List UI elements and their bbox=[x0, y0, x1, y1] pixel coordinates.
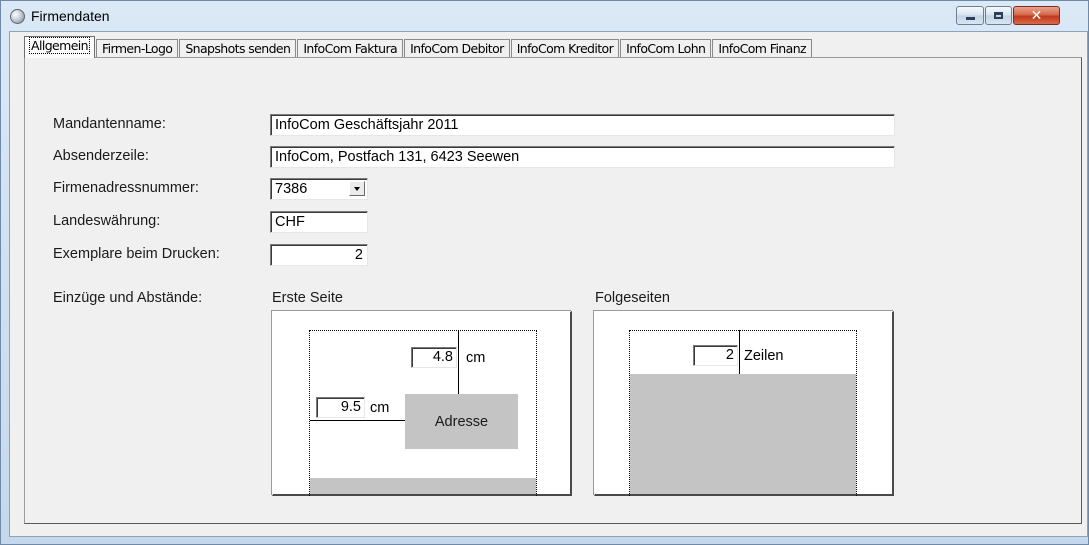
folgeseiten-title: Folgeseiten bbox=[595, 290, 670, 306]
erste-seite-title: Erste Seite bbox=[272, 290, 343, 306]
chevron-down-icon bbox=[354, 186, 360, 191]
close-icon: ✕ bbox=[1030, 7, 1043, 24]
mandantenname-field[interactable]: InfoCom Geschäftsjahr 2011 bbox=[270, 114, 895, 136]
top-margin-unit: cm bbox=[466, 350, 486, 366]
tab-allgemein[interactable]: Allgemein bbox=[24, 36, 95, 58]
minimize-icon bbox=[965, 17, 975, 20]
landeswaehrung-label: Landeswährung: bbox=[53, 213, 161, 229]
maximize-icon bbox=[994, 12, 1003, 19]
tab-infocom-faktura[interactable]: InfoCom Faktura bbox=[297, 39, 404, 58]
top-lines-line bbox=[739, 330, 740, 374]
mandantenname-label: Mandantenname: bbox=[53, 116, 166, 132]
window-title: Firmendaten bbox=[31, 8, 110, 24]
firmenadressnummer-value: 7386 bbox=[275, 181, 308, 197]
content-area bbox=[630, 374, 856, 494]
address-area: Adresse bbox=[405, 394, 518, 449]
absenderzeile-field[interactable]: InfoCom, Postfach 131, 6423 Seewen bbox=[270, 146, 895, 168]
maximize-button[interactable] bbox=[985, 6, 1012, 25]
tab-infocom-finanz[interactable]: InfoCom Finanz bbox=[712, 39, 812, 58]
dropdown-button[interactable] bbox=[349, 181, 365, 196]
tab-label: Allgemein bbox=[29, 37, 90, 54]
tab-firmen-logo[interactable]: Firmen-Logo bbox=[95, 39, 179, 58]
title-bar[interactable]: Firmendaten ✕ bbox=[1, 1, 1088, 31]
top-margin-field[interactable]: 4.8 bbox=[411, 347, 457, 368]
lines-unit: Zeilen bbox=[744, 348, 784, 364]
left-margin-unit: cm bbox=[370, 400, 390, 416]
footer-area bbox=[310, 478, 536, 494]
app-icon[interactable] bbox=[10, 9, 25, 24]
tab-infocom-kreditor[interactable]: InfoCom Kreditor bbox=[510, 39, 620, 58]
tab-infocom-debitor[interactable]: InfoCom Debitor bbox=[404, 39, 510, 58]
firmenadressnummer-dropdown[interactable]: 7386 bbox=[270, 178, 368, 200]
top-margin-line bbox=[458, 330, 459, 394]
lines-field[interactable]: 2 bbox=[693, 345, 738, 366]
exemplare-field[interactable]: 2 bbox=[270, 244, 368, 266]
left-margin-field[interactable]: 9.5 bbox=[316, 397, 365, 418]
landeswaehrung-field[interactable]: CHF bbox=[270, 211, 368, 233]
exemplare-label: Exemplare beim Drucken: bbox=[53, 246, 220, 262]
einzuege-label: Einzüge und Abstände: bbox=[53, 290, 203, 306]
close-button[interactable]: ✕ bbox=[1013, 6, 1060, 25]
absenderzeile-label: Absenderzeile: bbox=[53, 148, 149, 164]
firmenadressnummer-label: Firmenadressnummer: bbox=[53, 180, 199, 196]
tab-snapshots-senden[interactable]: Snapshots senden bbox=[179, 39, 297, 58]
minimize-button[interactable] bbox=[956, 6, 984, 25]
tab-bar: Allgemein Firmen-Logo Snapshots senden I… bbox=[24, 36, 812, 58]
tab-infocom-lohn[interactable]: InfoCom Lohn bbox=[620, 39, 712, 58]
left-margin-line bbox=[310, 420, 405, 421]
